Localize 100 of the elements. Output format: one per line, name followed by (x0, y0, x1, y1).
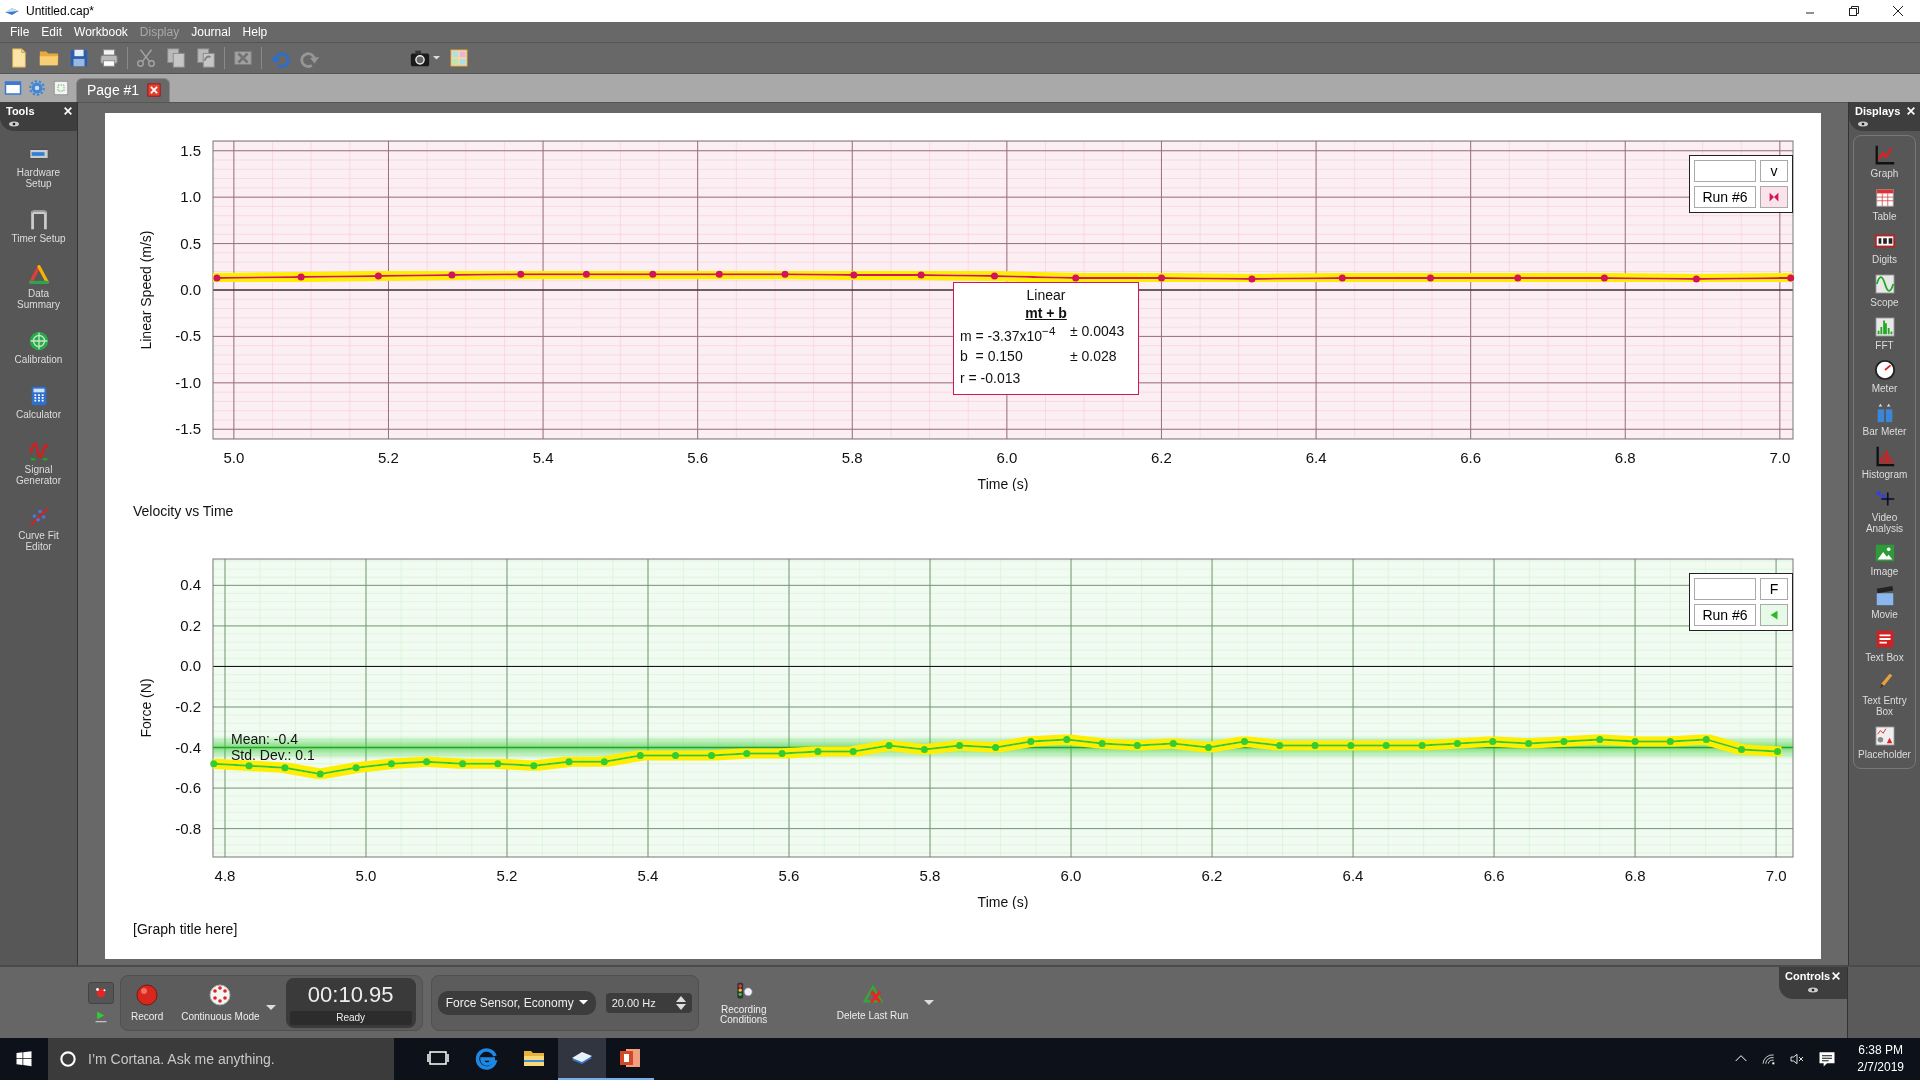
spin-up-icon[interactable] (675, 995, 686, 1002)
palette-item[interactable]: Calculator (8, 383, 69, 422)
menu-item[interactable]: File (4, 23, 36, 41)
data-point (245, 762, 253, 770)
menu-item[interactable]: Help (236, 23, 274, 41)
data-point (1248, 275, 1256, 283)
data-point (210, 760, 218, 768)
palette-item[interactable]: Signal Generator (8, 438, 69, 488)
palette-item[interactable]: Graph (1853, 142, 1916, 181)
palette-item[interactable]: Image (1853, 540, 1916, 579)
palette-item[interactable]: Movie (1853, 583, 1916, 622)
palette-item[interactable]: Calibration (8, 328, 69, 367)
table-icon (1873, 187, 1896, 209)
graph-title[interactable]: Velocity vs Time (133, 503, 234, 519)
axis-tick-label: 0.0 (180, 657, 201, 675)
sensor-dropdown[interactable]: Force Sensor, Economy (437, 990, 596, 1015)
close-icon[interactable] (147, 83, 162, 97)
palette-item[interactable]: Video Analysis (1853, 486, 1916, 536)
status-text: Ready (289, 1010, 412, 1025)
continuous-mode-button[interactable]: Continuous Mode (177, 981, 264, 1024)
graph-title[interactable]: [Graph title here] (133, 921, 238, 937)
caret-icon (924, 1000, 935, 1005)
palette-item[interactable]: Text Box (1853, 626, 1916, 665)
item-label: Calculator (16, 409, 61, 420)
close-icon[interactable] (1892, 5, 1904, 17)
data-point (743, 750, 751, 758)
palette-item[interactable]: FFT (1853, 314, 1916, 353)
clock-time: 6:38 PM (1858, 1042, 1903, 1059)
palette-item[interactable]: Timer Setup (8, 207, 69, 246)
palette-item[interactable]: Digits (1853, 228, 1916, 267)
measurement-field[interactable] (1694, 578, 1756, 600)
run-selector[interactable]: Run #6 (1694, 186, 1756, 208)
data-point (920, 746, 928, 754)
axis-tick-label: 5.6 (778, 867, 800, 884)
page-tab[interactable]: Page #1 (76, 78, 171, 102)
curve-fit-box[interactable]: Linear mt + b m = -3.37x10$^{−4}$ ± 0.0043 b = 0.150 ± 0.028 r = -0.013 (953, 282, 1139, 395)
record-options-icon[interactable] (94, 985, 108, 1000)
windows-logo-icon[interactable] (15, 1050, 33, 1068)
annotation-text: Mean: -0.4 (231, 730, 298, 747)
item-label: Scope (1870, 297, 1899, 308)
window-icon[interactable] (4, 79, 22, 97)
item-label: Movie (1871, 609, 1898, 620)
axis-tick-label: 6.0 (1060, 867, 1082, 884)
axis-tick-label: -0.4 (175, 738, 201, 756)
clock[interactable]: 6:38 PM 2/7/2019 (1857, 1042, 1904, 1076)
data-point (1133, 742, 1141, 749)
eye-icon[interactable] (8, 121, 20, 127)
measurement-field[interactable] (1694, 160, 1756, 182)
target-icon (27, 330, 50, 352)
axis-tick-label: -0.6 (175, 779, 201, 797)
data-point (1631, 737, 1639, 745)
palette-item[interactable]: Data Summary (8, 262, 69, 312)
taskbar-app[interactable] (558, 1038, 606, 1080)
axis-tick-label: 6.2 (1151, 449, 1172, 466)
eye-icon[interactable] (1807, 987, 1819, 993)
menu-item[interactable]: Journal (185, 23, 237, 41)
delete-last-run-button[interactable]: Delete Last Run (832, 982, 913, 1023)
menu-item[interactable]: Workbook (68, 23, 134, 41)
item-label: Curve Fit Editor (17, 530, 60, 552)
search-field[interactable]: I’m Cortana. Ask me anything. (48, 1038, 394, 1080)
menu-item[interactable]: Edit (35, 23, 69, 41)
palette-item[interactable]: Scope (1853, 271, 1916, 310)
palette-item[interactable]: Curve Fit Editor (8, 504, 69, 554)
palette-item[interactable]: Histogram (1853, 443, 1916, 482)
axis-tick-label: 6.6 (1460, 449, 1482, 466)
notification-icon[interactable] (1817, 1049, 1838, 1069)
measurement-button[interactable]: F (1760, 578, 1788, 600)
data-point (850, 271, 858, 279)
data-point (448, 271, 456, 279)
data-point (849, 748, 857, 756)
sample-rate-field[interactable]: 20.00 Hz (605, 992, 692, 1013)
restore-icon[interactable] (1848, 5, 1860, 17)
spin-down-icon[interactable] (675, 1003, 686, 1010)
gear-icon[interactable] (28, 79, 46, 97)
dial-icon (208, 983, 233, 1007)
data-point (1596, 735, 1604, 743)
annotation-text: Std. Dev.: 0.1 (231, 746, 315, 763)
item-label: Text Entry Box (1861, 695, 1908, 717)
measurement-button[interactable]: v (1760, 160, 1788, 182)
caret-icon (433, 56, 440, 60)
run-symbol-button[interactable] (1760, 186, 1788, 208)
axis-title: Time (s) (977, 476, 1029, 491)
axis-tick-label: 5.6 (687, 449, 709, 466)
recording-conditions-button[interactable]: Recording Conditions (712, 978, 775, 1027)
run-selector[interactable]: Run #6 (1694, 604, 1756, 626)
fit-correlation: r = -0.013 (960, 369, 1022, 386)
eye-icon[interactable] (1857, 121, 1869, 127)
record-button[interactable]: Record (127, 981, 168, 1024)
data-point (494, 760, 502, 768)
palette-item[interactable]: Text Entry Box (1853, 669, 1916, 719)
palette-item[interactable]: Placeholder (1853, 723, 1916, 762)
palette-item[interactable]: Hardware Setup (8, 141, 69, 191)
play-icon[interactable] (94, 1009, 108, 1024)
panel-title: Displays (1855, 105, 1901, 117)
palette-item[interactable]: Table (1853, 185, 1916, 224)
data-point (917, 271, 925, 279)
palette-item[interactable]: Bar Meter (1853, 400, 1916, 439)
palette-item[interactable]: Meter (1853, 357, 1916, 396)
volume-muted-icon[interactable] (1789, 1051, 1806, 1067)
axis-tick-label: 7.0 (1765, 867, 1787, 884)
